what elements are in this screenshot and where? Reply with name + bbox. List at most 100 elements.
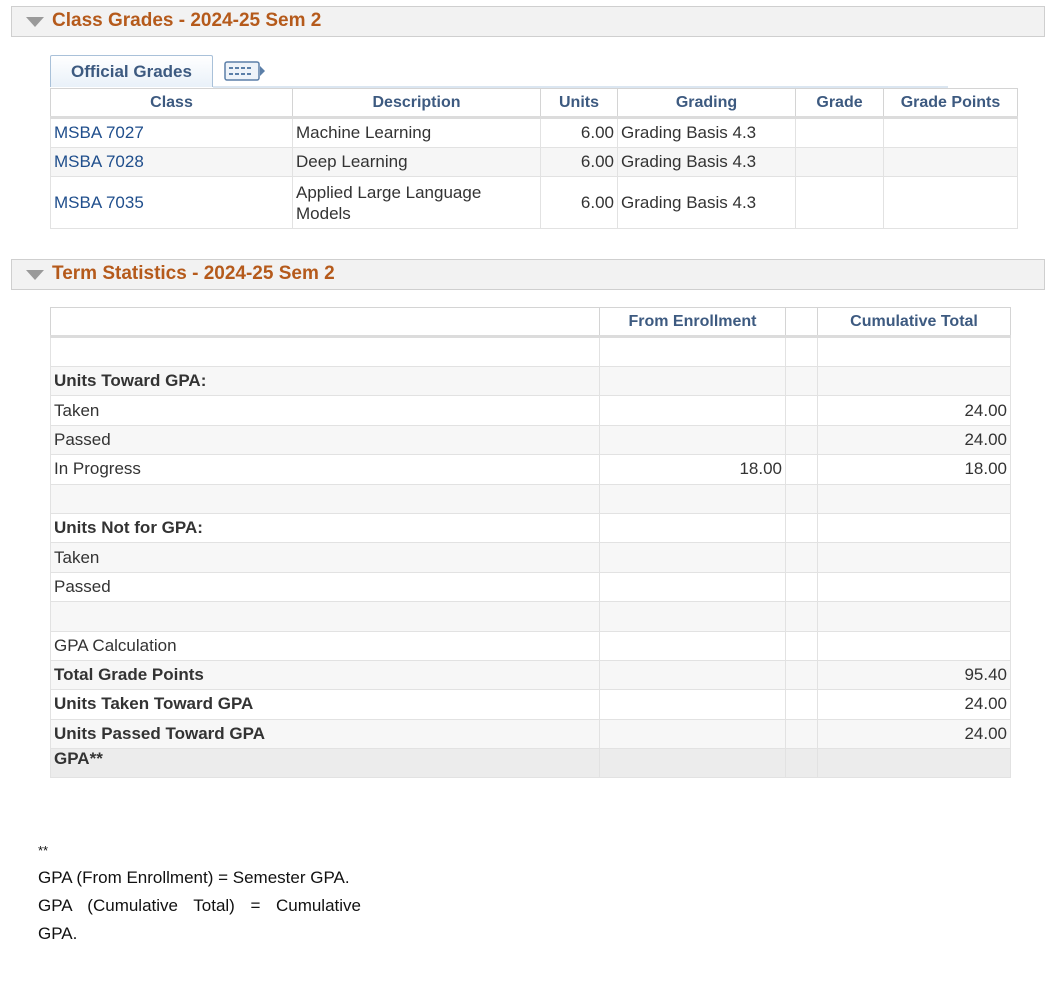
from-enrollment-value: [599, 483, 786, 514]
grade-cell: [795, 147, 884, 177]
from-enrollment-value: [599, 365, 786, 397]
table-row: Passed: [50, 571, 1011, 603]
table-row: MSBA 7027 Machine Learning 6.00 Grading …: [50, 117, 1018, 148]
units-cell: 6.00: [540, 176, 618, 229]
spacer-cell: [785, 689, 818, 720]
cumulative-value: 18.00: [817, 454, 1011, 485]
class-link[interactable]: MSBA 7027: [54, 123, 144, 142]
cumulative-value: [817, 601, 1011, 632]
class-link[interactable]: MSBA 7028: [54, 152, 144, 171]
table-row: In Progress 18.00 18.00: [50, 454, 1011, 485]
column-header[interactable]: Class: [50, 88, 293, 119]
column-header[interactable]: Units: [540, 88, 618, 119]
from-enrollment-value: [599, 659, 786, 691]
row-label: Units Taken Toward GPA: [50, 689, 600, 720]
table-row: Units Taken Toward GPA 24.00: [50, 689, 1011, 720]
spacer-cell: [785, 365, 818, 397]
cumulative-value: [817, 630, 1011, 661]
table-row: GPA Calculation: [50, 630, 1011, 661]
cumulative-value: [817, 571, 1011, 603]
class-grades-table: Class Description Units Grading Grade Gr…: [50, 88, 1018, 229]
cumulative-value: 95.40: [817, 659, 1011, 691]
spacer-cell: [785, 718, 818, 750]
from-enrollment-value: 18.00: [599, 454, 786, 485]
row-label: [50, 336, 600, 367]
collapse-caret-icon[interactable]: [26, 270, 44, 280]
grade-points-cell: [883, 176, 1018, 229]
spacer-cell: [785, 659, 818, 691]
table-header-row: Class Description Units Grading Grade Gr…: [50, 88, 1018, 119]
cumulative-value: 24.00: [817, 424, 1011, 456]
table-row: Taken 24.00: [50, 395, 1011, 426]
table-header-row: From Enrollment Cumulative Total: [50, 307, 1011, 338]
table-row: MSBA 7028 Deep Learning 6.00 Grading Bas…: [50, 147, 1018, 177]
from-enrollment-value: [599, 689, 786, 720]
from-enrollment-value: [599, 395, 786, 426]
cumulative-value: 24.00: [817, 689, 1011, 720]
table-row: Total Grade Points 95.40: [50, 659, 1011, 691]
table-row: Units Passed Toward GPA 24.00: [50, 718, 1011, 750]
from-enrollment-value: [599, 542, 786, 573]
footnote-line: GPA (From Enrollment) = Semester GPA.: [38, 868, 350, 887]
spacer-cell: [785, 424, 818, 456]
column-header: From Enrollment: [599, 307, 786, 338]
grading-cell: Grading Basis 4.3: [617, 176, 796, 229]
description-cell: Applied Large Language Models: [292, 176, 541, 229]
spacer-cell: [785, 454, 818, 485]
spacer-cell: [785, 395, 818, 426]
table-row: GPA**: [50, 748, 1011, 779]
row-label: Passed: [50, 571, 600, 603]
units-cell: 6.00: [540, 117, 618, 148]
row-label: Units Toward GPA:: [50, 365, 600, 397]
spacer-cell: [785, 512, 818, 544]
row-label: Taken: [50, 542, 600, 573]
grade-points-cell: [883, 117, 1018, 148]
row-label: Units Passed Toward GPA: [50, 718, 600, 750]
row-label: GPA Calculation: [50, 630, 600, 661]
section-title: Term Statistics - 2024-25 Sem 2: [52, 263, 335, 284]
column-header: [50, 307, 600, 338]
table-row: Passed 24.00: [50, 424, 1011, 456]
table-row: Units Not for GPA:: [50, 512, 1011, 544]
column-header[interactable]: Grading: [617, 88, 796, 119]
column-header: Cumulative Total: [817, 307, 1011, 338]
table-row: Taken: [50, 542, 1011, 573]
cumulative-value: [817, 365, 1011, 397]
from-enrollment-value: [599, 630, 786, 661]
spacer-cell: [785, 542, 818, 573]
collapse-caret-icon[interactable]: [26, 17, 44, 27]
from-enrollment-value: [599, 601, 786, 632]
from-enrollment-value: [599, 748, 786, 779]
cumulative-value: [817, 748, 1011, 779]
view-all-grid-icon[interactable]: [224, 61, 266, 81]
description-cell: Machine Learning: [292, 117, 541, 148]
row-label: Total Grade Points: [50, 659, 600, 691]
class-link[interactable]: MSBA 7035: [54, 193, 144, 212]
column-header[interactable]: Grade: [795, 88, 884, 119]
cumulative-value: 24.00: [817, 718, 1011, 750]
cumulative-value: [817, 483, 1011, 514]
table-row: [50, 336, 1011, 367]
cumulative-value: [817, 542, 1011, 573]
column-header[interactable]: Description: [292, 88, 541, 119]
column-header[interactable]: Grade Points: [883, 88, 1018, 119]
gpa-footnote: ** GPA (From Enrollment) = Semester GPA.…: [38, 838, 361, 948]
spacer-cell: [785, 336, 818, 367]
table-row: [50, 483, 1011, 514]
table-row: Units Toward GPA:: [50, 365, 1011, 397]
class-grades-header[interactable]: Class Grades - 2024-25 Sem 2: [11, 6, 1045, 37]
column-header: [785, 307, 818, 338]
cumulative-value: 24.00: [817, 395, 1011, 426]
tab-official-grades[interactable]: Official Grades: [50, 55, 213, 87]
section-title: Class Grades - 2024-25 Sem 2: [52, 10, 322, 31]
grade-cell: [795, 176, 884, 229]
table-row: MSBA 7035 Applied Large Language Models …: [50, 176, 1018, 229]
term-statistics-table: From Enrollment Cumulative Total Units T…: [50, 307, 1011, 779]
from-enrollment-value: [599, 424, 786, 456]
spacer-cell: [785, 630, 818, 661]
from-enrollment-value: [599, 718, 786, 750]
grading-cell: Grading Basis 4.3: [617, 147, 796, 177]
spacer-cell: [785, 601, 818, 632]
term-statistics-header[interactable]: Term Statistics - 2024-25 Sem 2: [11, 259, 1045, 290]
cumulative-value: [817, 512, 1011, 544]
